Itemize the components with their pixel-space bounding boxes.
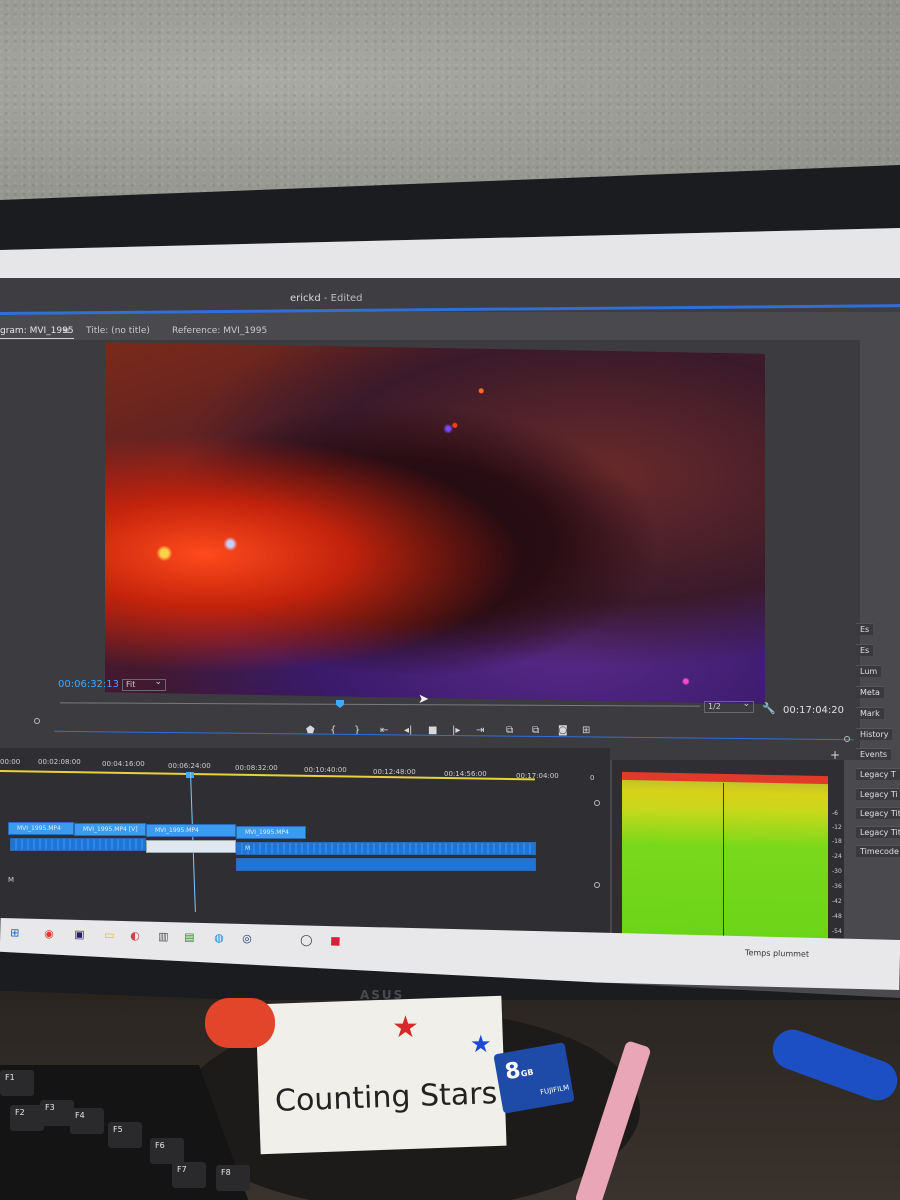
side-panel-item[interactable]: Lum bbox=[856, 665, 882, 677]
key-f1[interactable]: F1 bbox=[0, 1070, 34, 1096]
db-label: -30 bbox=[832, 868, 842, 875]
side-panel-item[interactable]: Timecode bbox=[856, 845, 900, 857]
key-f2[interactable]: F2 bbox=[10, 1105, 44, 1131]
video-clip[interactable]: MVI_1995.MP4 bbox=[146, 824, 236, 837]
side-panel-item[interactable]: Es bbox=[856, 623, 874, 635]
audio-clip-lower[interactable] bbox=[236, 858, 536, 871]
side-panel-item[interactable]: History bbox=[856, 728, 893, 740]
track-lock-icon[interactable]: M bbox=[8, 876, 14, 884]
db-label: -36 bbox=[832, 883, 842, 890]
zoom-fit-select[interactable]: Fit bbox=[122, 677, 166, 691]
weather-widget[interactable]: Temps plummet bbox=[745, 948, 809, 959]
ruler-end-label: 0 bbox=[590, 774, 595, 782]
media-icon[interactable]: ◯ bbox=[300, 933, 313, 946]
db-label: -6 bbox=[832, 810, 838, 817]
db-label: -42 bbox=[832, 898, 842, 905]
tab-reference[interactable]: Reference: MVI_1995 bbox=[172, 326, 267, 336]
wall-background bbox=[0, 0, 900, 200]
audio-meter-divider bbox=[723, 783, 724, 943]
tab-title[interactable]: Title: (no title) bbox=[86, 326, 150, 336]
audio-clip[interactable]: M bbox=[236, 842, 536, 855]
side-panel-item[interactable]: Legacy Tit bbox=[856, 807, 900, 819]
toy-watch bbox=[205, 998, 275, 1048]
audio-meter-bars bbox=[622, 773, 828, 947]
key-f4[interactable]: F4 bbox=[70, 1108, 104, 1134]
ruler-label: 00:10:40:00 bbox=[304, 766, 347, 774]
key-f8[interactable]: F8 bbox=[216, 1165, 250, 1191]
side-panel-item[interactable]: Legacy T bbox=[856, 768, 900, 780]
steam-icon[interactable]: ◎ bbox=[242, 932, 252, 945]
ruler-label: 00:00 bbox=[0, 758, 21, 766]
key-f3[interactable]: F3 bbox=[40, 1100, 74, 1126]
edge-icon[interactable]: ◍ bbox=[214, 931, 224, 944]
side-panel-item[interactable]: Mark bbox=[856, 707, 884, 719]
red-star-icon: ★ bbox=[392, 1010, 419, 1045]
chart-icon[interactable]: ▥ bbox=[158, 930, 169, 943]
db-label: -54 bbox=[832, 928, 842, 935]
scroll-handle-icon[interactable] bbox=[594, 882, 600, 888]
db-label: -18 bbox=[832, 838, 842, 845]
chart-icon[interactable]: ▤ bbox=[184, 931, 195, 944]
paper-card bbox=[255, 995, 507, 1155]
key-f7[interactable]: F7 bbox=[172, 1162, 206, 1188]
project-name: erickd bbox=[290, 293, 321, 304]
resolution-select[interactable]: 1/2 bbox=[704, 699, 754, 713]
ruler-label: 00:08:32:00 bbox=[235, 764, 278, 772]
side-panel-item[interactable]: Meta bbox=[856, 686, 884, 698]
side-panel-item[interactable]: Events bbox=[856, 748, 892, 760]
timeline-ruler[interactable]: 00:00 00:02:08:00 00:04:16:00 00:06:24:0… bbox=[0, 758, 610, 782]
edited-status: - Edited bbox=[323, 293, 363, 304]
window-title: erickd - Edited bbox=[290, 293, 363, 304]
ruler-label: 00:06:24:00 bbox=[168, 762, 211, 770]
premiere-icon[interactable]: ▣ bbox=[74, 928, 85, 941]
folder-icon[interactable]: ▭ bbox=[104, 929, 115, 942]
scroll-handle-icon[interactable] bbox=[844, 736, 850, 742]
wrench-settings-icon[interactable]: 🔧 bbox=[762, 702, 776, 715]
video-clip[interactable]: MVI_1995.MP4 bbox=[236, 826, 306, 839]
key-f6[interactable]: F6 bbox=[150, 1138, 184, 1164]
db-label: -48 bbox=[832, 913, 842, 920]
windows-icon[interactable]: ⊞ bbox=[10, 926, 20, 939]
key-f5[interactable]: F5 bbox=[108, 1122, 142, 1148]
side-panel-item[interactable]: Es bbox=[856, 644, 874, 656]
audio-clip-selected[interactable] bbox=[146, 840, 236, 853]
current-timecode[interactable]: 00:06:32:13 bbox=[58, 679, 119, 690]
hamburger-icon[interactable]: ≡ bbox=[62, 326, 70, 337]
audio-clip[interactable] bbox=[10, 838, 146, 851]
ruler-label: 00:04:16:00 bbox=[102, 760, 145, 768]
video-clip[interactable]: MVI_1995.MP4 bbox=[8, 822, 74, 835]
ruler-label: 00:12:48:00 bbox=[373, 768, 416, 776]
sd-capacity: 8GB bbox=[503, 1056, 535, 1085]
paint-icon[interactable]: ◐ bbox=[130, 929, 140, 942]
db-label: -24 bbox=[832, 853, 842, 860]
scroll-handle-icon[interactable] bbox=[594, 800, 600, 806]
chrome-icon[interactable]: ◉ bbox=[44, 927, 54, 940]
scroll-handle-icon[interactable] bbox=[34, 718, 40, 724]
video-clip[interactable]: MVI_1995.MP4 [V] bbox=[74, 823, 146, 836]
side-panel-item[interactable]: Legacy Ti bbox=[856, 788, 900, 800]
ruler-label: 00:02:08:00 bbox=[38, 758, 81, 766]
video-lights bbox=[105, 342, 765, 704]
video-preview bbox=[105, 342, 765, 704]
blue-star-icon: ★ bbox=[470, 1030, 492, 1058]
mouse-cursor-icon: ➤ bbox=[418, 692, 429, 707]
duration-timecode: 00:17:04:20 bbox=[783, 705, 845, 716]
sd-capacity-unit: GB bbox=[520, 1067, 535, 1079]
db-label: -12 bbox=[832, 824, 842, 831]
indesign-icon[interactable]: ■ bbox=[330, 934, 341, 947]
side-panel-item[interactable]: Legacy Titl bbox=[856, 826, 900, 838]
monitor-screen: erickd - Edited gram: MVI_1995 ≡ Title: … bbox=[0, 228, 900, 998]
